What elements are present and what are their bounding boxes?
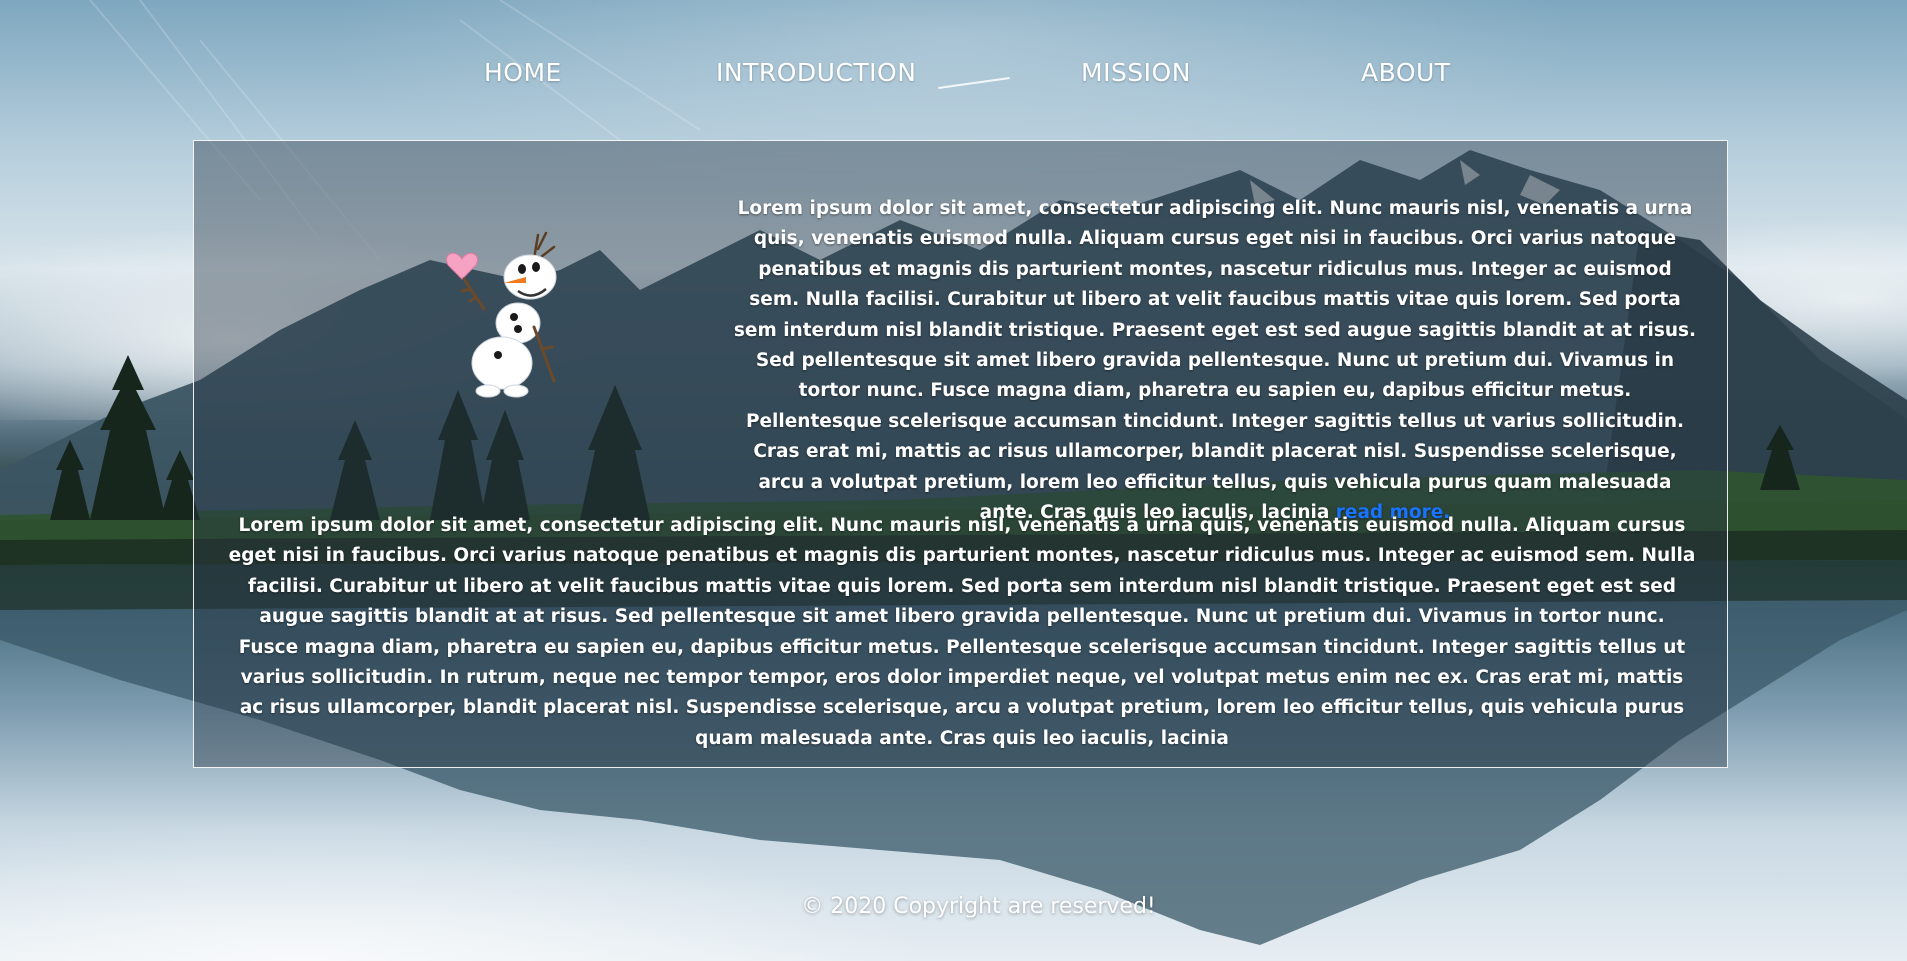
footer-copyright: © 2020 Copyright are reserved! <box>801 894 1156 919</box>
content-panel: Lorem ipsum dolor sit amet, consectetur … <box>193 140 1728 768</box>
nav-item-introduction[interactable]: INTRODUCTION <box>716 58 916 87</box>
intro-paragraph-text: Lorem ipsum dolor sit amet, consectetur … <box>733 198 1697 524</box>
main-nav: HOME INTRODUCTION MISSION ABOUT <box>0 58 1907 98</box>
snowman-holding-heart-icon <box>446 231 557 398</box>
body-paragraph: Lorem ipsum dolor sit amet, consectetur … <box>228 515 1696 749</box>
nav-item-home[interactable]: HOME <box>484 58 562 87</box>
intro-paragraph: Lorem ipsum dolor sit amet, consectetur … <box>731 194 1699 528</box>
nav-item-mission[interactable]: MISSION <box>1081 58 1191 87</box>
nav-item-about[interactable]: ABOUT <box>1361 58 1451 87</box>
